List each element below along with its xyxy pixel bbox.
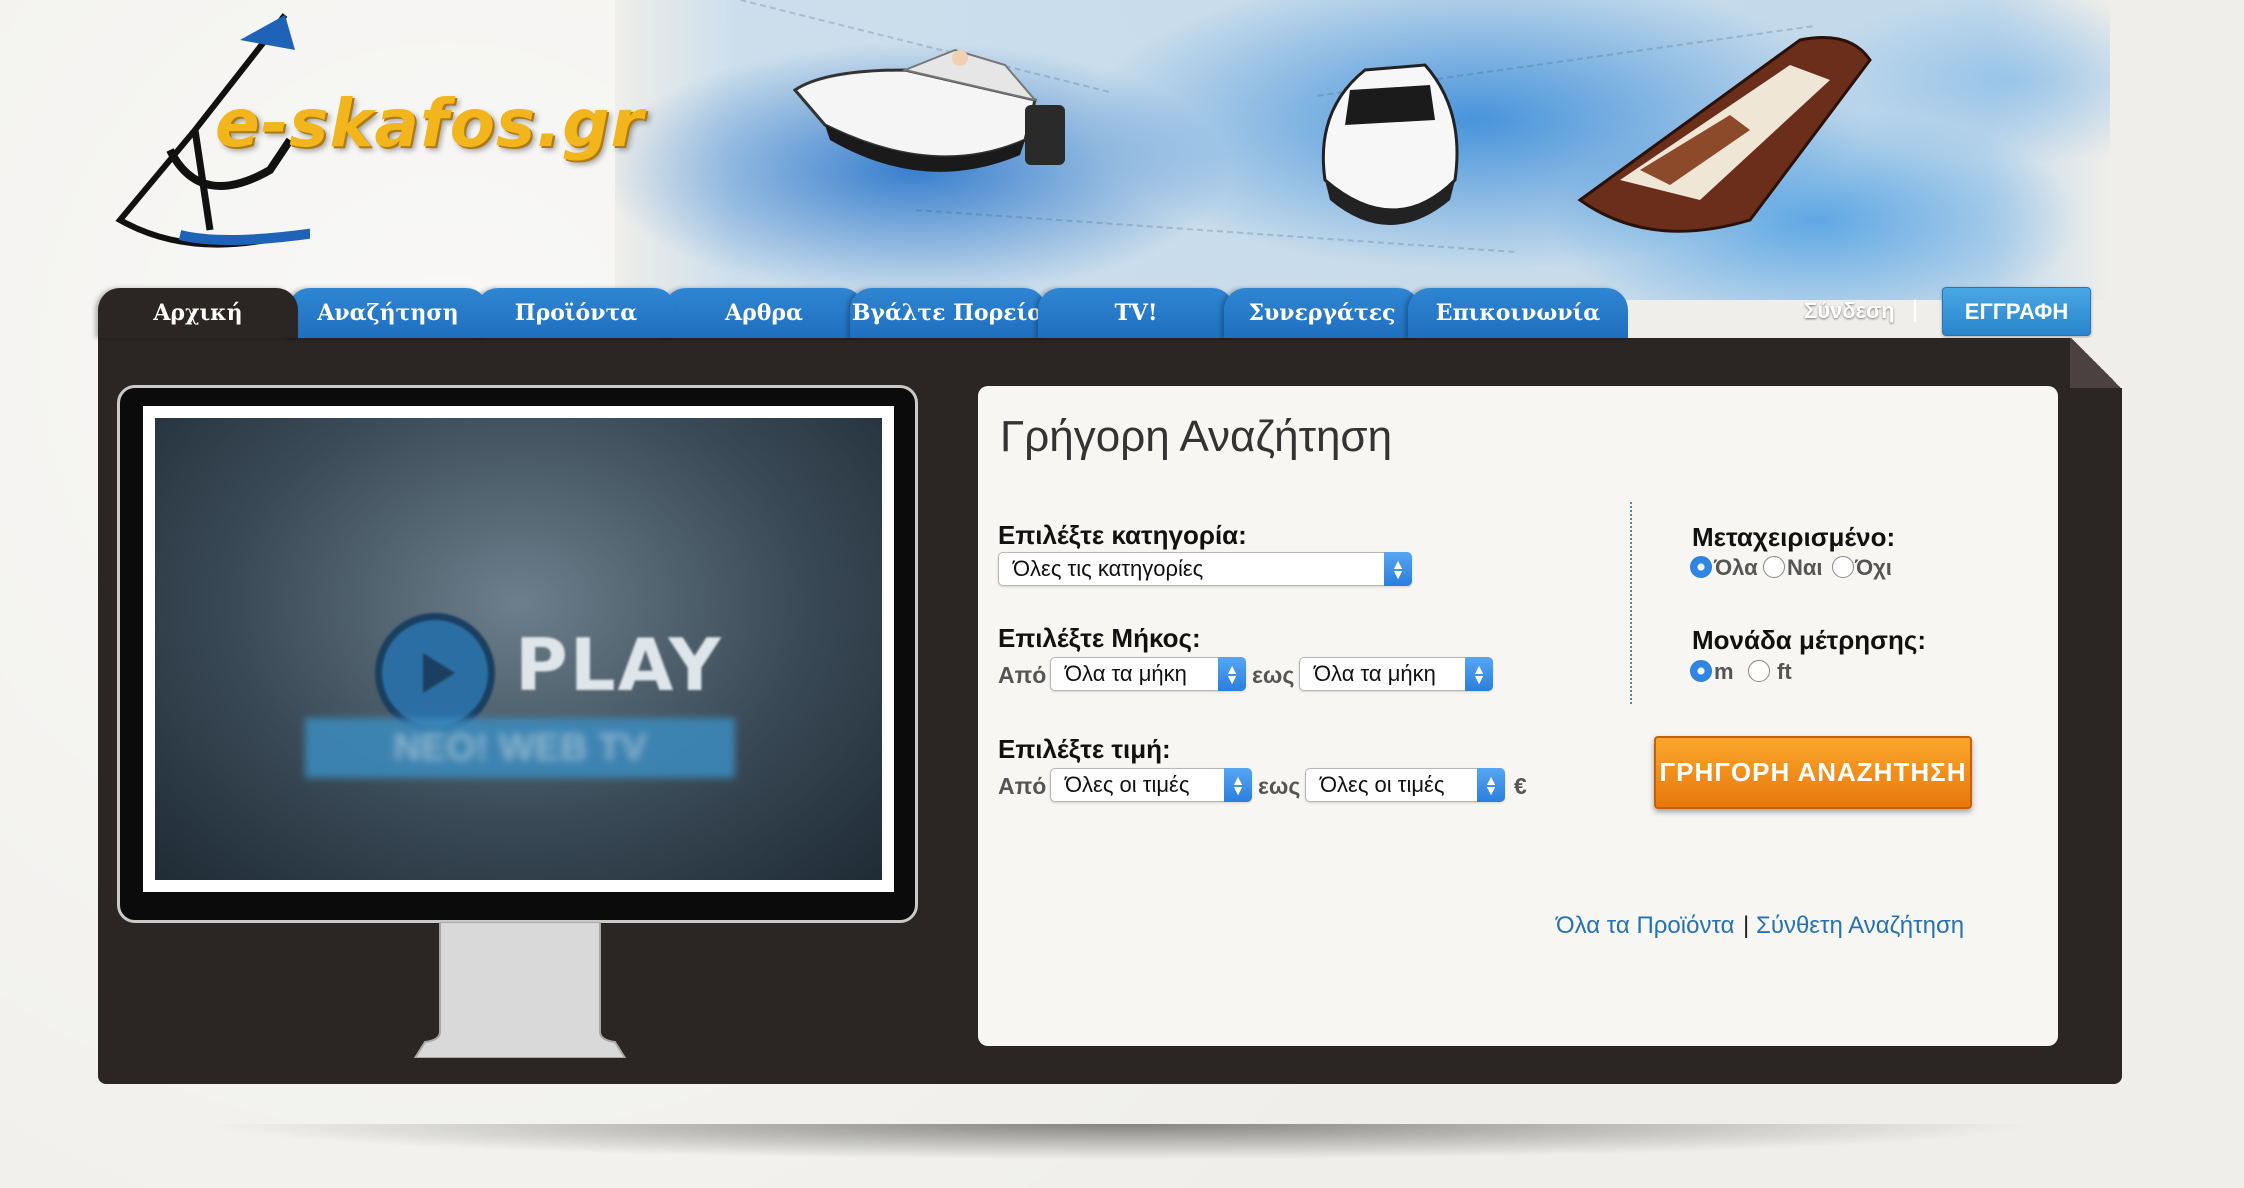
length-to-selected: Όλα τα μήκη [1314,661,1436,686]
cruiser-boat-image [1321,63,1459,225]
video-thumbnail[interactable]: PLAY NEO! WEB TV [155,418,882,880]
price-label: Επιλέξτε τιμή: [998,734,1171,764]
unit-label: Μονάδα μέτρησης: [1692,625,1927,655]
advanced-search-link[interactable]: Σύνθετη Αναζήτηση [1756,912,1964,940]
register-button[interactable]: ΕΓΓΡΑΦΗ [1942,287,2091,336]
links-separator: | [1743,912,1750,939]
tab-home[interactable]: Αρχική [98,288,298,338]
quick-search-button[interactable]: ΓΡΗΓΟΡΗ ΑΝΑΖΗΤΗΣΗ [1654,736,1972,809]
tab-label: TV! [1114,300,1158,326]
length-to-select[interactable]: Όλα τα μήκη ▲ ▼ [1299,657,1493,691]
category-select[interactable]: Όλες τις κατηγορίες ▲ ▼ [998,552,1412,586]
price-to-select[interactable]: Όλες οι τιμές ▲ ▼ [1305,768,1505,802]
tab-tv[interactable]: TV! [1038,288,1234,338]
length-from-selected: Όλα τα μήκη [1065,661,1187,686]
tab-label: Αρθρα [725,300,803,326]
used-no-radio[interactable] [1832,556,1854,578]
panel-corner-fold [2070,338,2122,388]
main-nav: Αρχική Αναζήτηση Προϊόντα Αρθρα Βγάλτε Π… [98,288,2098,338]
login-link[interactable]: Σύνδεση [1804,298,1895,324]
tab-label: Επικοινωνία [1435,300,1601,326]
currency-symbol: € [1514,773,1527,799]
page-bottom-shadow [200,1124,2040,1160]
unit-m-radio[interactable] [1690,660,1712,682]
wooden-runabout-image [1577,36,1872,233]
length-label: Επιλέξτε Μήκος: [998,623,1201,653]
tab-label: Προϊόντα [514,300,638,326]
play-icon[interactable] [375,613,495,733]
price-from-selected: Όλες οι τιμές [1065,772,1190,797]
all-products-link[interactable]: Όλα τα Προϊόντα [1556,912,1734,940]
tab-set-course[interactable]: Βγάλτε Πορεία [850,288,1046,338]
tab-contact[interactable]: Επικοινωνία [1408,288,1628,338]
select-arrows-icon: ▲ ▼ [1218,657,1246,691]
select-arrows-icon: ▲ ▼ [1465,657,1493,691]
quick-search-panel [978,386,2058,1046]
tab-search[interactable]: Αναζήτηση [288,288,488,338]
price-to-label: εως [1258,773,1301,799]
nautical-map-banner [615,0,2110,300]
web-tv-video[interactable]: PLAY NEO! WEB TV [143,406,894,892]
unit-ft-label: ft [1777,659,1792,684]
tab-label: Αρχική [153,300,243,326]
length-from-label: Από [998,662,1047,688]
price-to-selected: Όλες οι τιμές [1320,772,1445,797]
price-from-label: Από [998,773,1047,799]
category-selected: Όλες τις κατηγορίες [1013,556,1204,581]
select-arrows-icon: ▲ ▼ [1384,552,1412,586]
tab-partners[interactable]: Συνεργάτες [1224,288,1420,338]
length-to-label: εως [1252,662,1295,688]
monitor-stand [413,922,627,1058]
used-all-radio[interactable] [1690,556,1712,578]
select-arrows-icon: ▲ ▼ [1224,768,1252,802]
play-label[interactable]: PLAY [515,623,723,707]
unit-ft-radio[interactable] [1748,660,1770,682]
unit-m-label: m [1714,659,1734,684]
used-no-label: Όχι [1855,555,1892,580]
tab-label: Συνεργάτες [1248,300,1396,326]
speedboat-image [792,48,1065,172]
length-from-select[interactable]: Όλα τα μήκη ▲ ▼ [1050,657,1246,691]
site-header: e-skafos.gr [0,0,2244,300]
tab-label: Βγάλτε Πορεία [851,300,1045,326]
used-all-label: Όλα [1714,555,1758,580]
quick-search-title: Γρήγορη Αναζήτηση [1000,412,1393,461]
used-label: Μεταχειρισμένο: [1692,522,1896,552]
category-label: Επιλέξτε κατηγορία: [998,520,1247,550]
used-yes-label: Ναι [1787,555,1823,580]
form-divider [1630,502,1632,704]
tab-products[interactable]: Προϊόντα [476,288,676,338]
web-tv-ribbon: NEO! WEB TV [305,718,735,778]
select-arrows-icon: ▲ ▼ [1477,768,1505,802]
site-logo[interactable]: e-skafos.gr [215,85,644,162]
nav-separator: | [1912,296,1919,323]
tab-articles[interactable]: Αρθρα [664,288,864,338]
tab-label: Αναζήτηση [317,300,459,326]
used-yes-radio[interactable] [1763,556,1785,578]
price-from-select[interactable]: Όλες οι τιμές ▲ ▼ [1050,768,1252,802]
